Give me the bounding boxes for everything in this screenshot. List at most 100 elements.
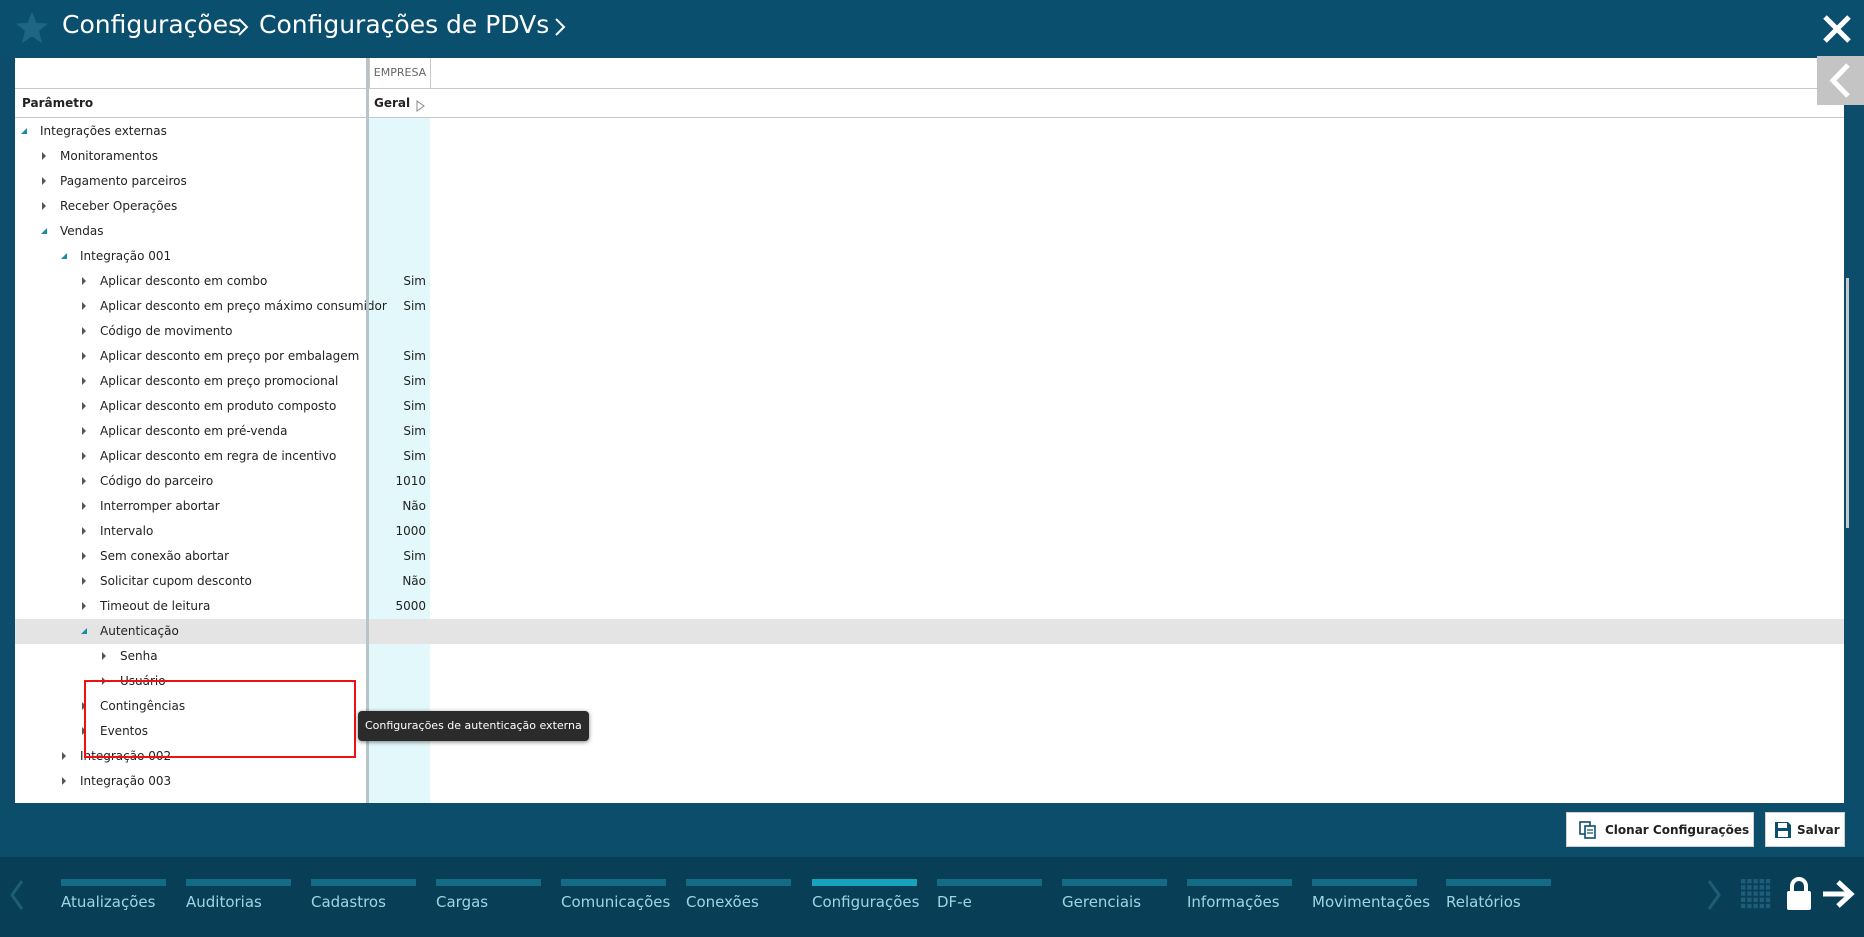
collapsed-triangle-icon[interactable]	[39, 176, 49, 186]
nav-item[interactable]: Movimentações	[1312, 879, 1430, 919]
collapsed-triangle-icon[interactable]	[39, 151, 49, 161]
tree-row[interactable]: Vendas	[15, 219, 1844, 244]
parameter-column-header[interactable]: Parâmetro	[22, 96, 93, 110]
expanded-triangle-icon[interactable]	[39, 226, 49, 236]
tree-row[interactable]: Timeout de leitura 5000	[15, 594, 1844, 619]
tree-row[interactable]: Aplicar desconto em combo Sim	[15, 269, 1844, 294]
tree-row-value[interactable]: Sim	[370, 549, 426, 563]
tree-row[interactable]: Código do parceiro 1010	[15, 469, 1844, 494]
tree-row-value[interactable]: Não	[370, 574, 426, 588]
tree-row[interactable]: Integrações externas	[15, 119, 1844, 144]
tree-row-value[interactable]: Não	[370, 499, 426, 513]
collapsed-triangle-icon[interactable]	[79, 526, 89, 536]
tree-row[interactable]: Pagamento parceiros	[15, 169, 1844, 194]
chevron-left-icon	[1829, 63, 1850, 98]
tree-row[interactable]: Aplicar desconto em produto composto Sim	[15, 394, 1844, 419]
collapse-panel-button[interactable]	[1817, 56, 1864, 105]
close-icon[interactable]	[1820, 12, 1854, 46]
tree-row[interactable]: Solicitar cupom desconto Não	[15, 569, 1844, 594]
nav-item-label: Configurações	[812, 893, 920, 911]
tree-row-label: Aplicar desconto em regra de incentivo	[100, 449, 337, 463]
tree-row-value[interactable]: Sim	[370, 374, 426, 388]
tree-row[interactable]: Monitoramentos	[15, 144, 1844, 169]
collapsed-triangle-icon[interactable]	[79, 376, 89, 386]
collapsed-triangle-icon[interactable]	[39, 201, 49, 211]
tree-row[interactable]: Integração 003	[15, 769, 1844, 794]
tree-row-value[interactable]: Sim	[370, 274, 426, 288]
nav-item-label: Cargas	[436, 893, 489, 911]
collapsed-triangle-icon[interactable]	[79, 276, 89, 286]
tree-row[interactable]: Receber Operações	[15, 194, 1844, 219]
collapsed-triangle-icon[interactable]	[99, 651, 109, 661]
scrollbar-thumb[interactable]	[1846, 278, 1849, 528]
tree-row-value[interactable]: 5000	[370, 599, 426, 613]
lock-icon[interactable]	[1785, 877, 1813, 911]
tree-row-value[interactable]: Sim	[370, 349, 426, 363]
save-button[interactable]: Salvar	[1765, 812, 1845, 847]
nav-item-label: Movimentações	[1312, 893, 1431, 911]
nav-item[interactable]: Conexões	[686, 879, 791, 919]
collapsed-triangle-icon[interactable]	[79, 576, 89, 586]
tree-row-label: Intervalo	[100, 524, 154, 538]
tree-row[interactable]: Senha	[15, 644, 1844, 669]
collapsed-triangle-icon[interactable]	[79, 451, 89, 461]
tree-row-value[interactable]: 1010	[370, 474, 426, 488]
breadcrumb-item-configuracoes[interactable]: Configurações	[62, 10, 241, 39]
nav-item[interactable]: Atualizações	[61, 879, 166, 919]
nav-item[interactable]: Relatórios	[1446, 879, 1551, 919]
sort-arrow-icon[interactable]	[416, 100, 425, 112]
tree-row-value[interactable]: Sim	[370, 399, 426, 413]
chevron-left-icon[interactable]	[9, 879, 25, 911]
nav-item-label: Relatórios	[1446, 893, 1521, 911]
collapsed-triangle-icon[interactable]	[59, 751, 69, 761]
tree-row[interactable]: Sem conexão abortar Sim	[15, 544, 1844, 569]
collapsed-triangle-icon[interactable]	[59, 776, 69, 786]
collapsed-triangle-icon[interactable]	[79, 301, 89, 311]
collapsed-triangle-icon[interactable]	[79, 501, 89, 511]
nav-item[interactable]: Informações	[1187, 879, 1292, 919]
tree-row[interactable]: Intervalo 1000	[15, 519, 1844, 544]
collapsed-triangle-icon[interactable]	[79, 551, 89, 561]
collapsed-triangle-icon[interactable]	[79, 426, 89, 436]
tree-row-value[interactable]: Sim	[370, 299, 426, 313]
nav-item[interactable]: Cadastros	[311, 879, 416, 919]
tree-row-value[interactable]: Sim	[370, 449, 426, 463]
breadcrumb-item-pdvs: Configurações de PDVs	[259, 10, 550, 39]
tree-row-value[interactable]: Sim	[370, 424, 426, 438]
collapsed-triangle-icon[interactable]	[79, 351, 89, 361]
tree-row[interactable]: Aplicar desconto em pré-venda Sim	[15, 419, 1844, 444]
value-column-header[interactable]: Geral	[374, 96, 410, 110]
chevron-right-icon[interactable]	[1706, 879, 1722, 911]
apps-grid-icon[interactable]	[1740, 878, 1772, 910]
column-splitter[interactable]	[366, 58, 369, 803]
tree-row[interactable]: Integração 001	[15, 244, 1844, 269]
expanded-triangle-icon[interactable]	[19, 126, 29, 136]
nav-item[interactable]: Cargas	[436, 879, 541, 919]
tree-row[interactable]: Aplicar desconto em preço máximo consumi…	[15, 294, 1844, 319]
tooltip: Configurações de autenticação externa	[358, 711, 589, 741]
nav-indicator-bar	[436, 879, 541, 886]
collapsed-triangle-icon[interactable]	[79, 601, 89, 611]
clone-settings-button[interactable]: Clonar Configurações	[1566, 812, 1754, 847]
tree-row[interactable]: Interromper abortar Não	[15, 494, 1844, 519]
collapsed-triangle-icon[interactable]	[79, 476, 89, 486]
tree-row[interactable]: Autenticação	[15, 619, 1844, 644]
nav-item[interactable]: Gerenciais	[1062, 879, 1167, 919]
star-icon[interactable]	[14, 10, 50, 46]
tree-row[interactable]: Aplicar desconto em preço promocional Sim	[15, 369, 1844, 394]
tree-row[interactable]: Aplicar desconto em preço por embalagem S…	[15, 344, 1844, 369]
collapsed-triangle-icon[interactable]	[79, 326, 89, 336]
expanded-triangle-icon[interactable]	[59, 251, 69, 261]
tree-row[interactable]: Aplicar desconto em regra de incentivo Si…	[15, 444, 1844, 469]
tree-row-label: Integração 001	[80, 249, 172, 263]
expanded-triangle-icon[interactable]	[79, 626, 89, 636]
nav-item[interactable]: Auditorias	[186, 879, 291, 919]
collapsed-triangle-icon[interactable]	[79, 401, 89, 411]
nav-item[interactable]: Configurações	[812, 879, 920, 919]
logout-arrow-icon[interactable]	[1821, 879, 1855, 909]
nav-indicator-bar	[1062, 879, 1167, 886]
tree-row[interactable]: Código de movimento	[15, 319, 1844, 344]
nav-item[interactable]: Comunicações	[561, 879, 670, 919]
nav-item[interactable]: DF-e	[937, 879, 1042, 919]
tree-row-value[interactable]: 1000	[370, 524, 426, 538]
